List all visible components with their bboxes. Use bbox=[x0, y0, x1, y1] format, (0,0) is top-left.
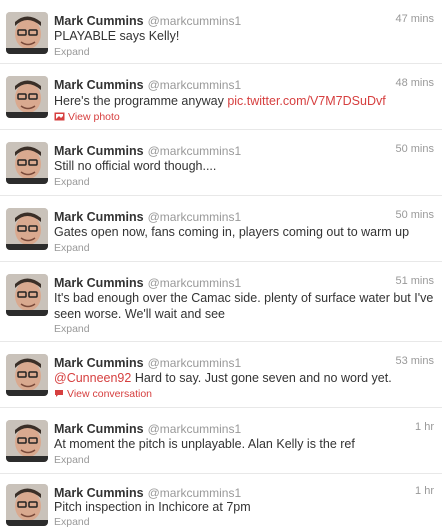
view-conversation-label: View conversation bbox=[67, 388, 153, 400]
author-name[interactable]: Mark Cummins bbox=[54, 276, 144, 290]
author-handle[interactable]: @markcummins1 bbox=[148, 276, 242, 290]
expand-link[interactable]: Expand bbox=[54, 516, 90, 528]
tweet-item[interactable]: Mark Cummins @markcummins1 1 hr Pitch ins… bbox=[0, 474, 442, 528]
photo-icon bbox=[54, 112, 65, 124]
tweet-text: Gates open now, fans coming in, players … bbox=[54, 224, 434, 240]
tweet-text: PLAYABLE says Kelly! bbox=[54, 28, 434, 44]
timestamp[interactable]: 53 mins bbox=[395, 355, 434, 367]
tweet-text-line: seen worse. We'll wait and see bbox=[54, 307, 225, 321]
tweet-text-content: PLAYABLE says Kelly! bbox=[54, 29, 180, 43]
tweet-item[interactable]: Mark Cummins @markcummins1 47 mins PLAYAB… bbox=[0, 0, 442, 64]
tweet-timeline: Mark Cummins @markcummins1 47 mins PLAYAB… bbox=[0, 0, 442, 528]
view-photo-link[interactable]: View photo bbox=[54, 111, 120, 124]
view-photo-label: View photo bbox=[68, 111, 120, 123]
avatar[interactable] bbox=[6, 12, 48, 54]
mention-link[interactable]: @Cunneen92 bbox=[54, 371, 131, 385]
author-handle[interactable]: @markcummins1 bbox=[148, 14, 242, 28]
timestamp[interactable]: 1 hr bbox=[415, 485, 434, 497]
tweet-text-content: Pitch inspection in Inchicore at 7pm bbox=[54, 500, 251, 514]
avatar[interactable] bbox=[6, 208, 48, 250]
expand-label: Expand bbox=[54, 46, 90, 58]
timestamp[interactable]: 1 hr bbox=[415, 421, 434, 433]
tweet-text: @Cunneen92 Hard to say. Just gone seven … bbox=[54, 370, 434, 386]
timestamp[interactable]: 48 mins bbox=[395, 77, 434, 89]
author-handle[interactable]: @markcummins1 bbox=[148, 144, 242, 158]
author-handle[interactable]: @markcummins1 bbox=[148, 78, 242, 92]
tweet-text: At moment the pitch is unplayable. Alan … bbox=[54, 436, 434, 452]
tweet-item[interactable]: Mark Cummins @markcummins1 51 mins It's b… bbox=[0, 262, 442, 342]
timestamp[interactable]: 51 mins bbox=[395, 275, 434, 287]
tweet-text: Here's the programme anyway pic.twitter.… bbox=[54, 93, 434, 109]
expand-label: Expand bbox=[54, 323, 90, 335]
expand-link[interactable]: Expand bbox=[54, 323, 90, 335]
avatar[interactable] bbox=[6, 274, 48, 316]
timestamp[interactable]: 50 mins bbox=[395, 143, 434, 155]
expand-link[interactable]: Expand bbox=[54, 176, 90, 188]
author-name[interactable]: Mark Cummins bbox=[54, 486, 144, 500]
tweet-item[interactable]: Mark Cummins @markcummins1 53 mins @Cunne… bbox=[0, 342, 442, 408]
author-handle[interactable]: @markcummins1 bbox=[148, 356, 242, 370]
avatar[interactable] bbox=[6, 142, 48, 184]
expand-link[interactable]: Expand bbox=[54, 242, 90, 254]
tweet-item[interactable]: Mark Cummins @markcummins1 1 hr At moment… bbox=[0, 408, 442, 474]
expand-label: Expand bbox=[54, 454, 90, 466]
expand-label: Expand bbox=[54, 242, 90, 254]
author-name[interactable]: Mark Cummins bbox=[54, 78, 144, 92]
tweet-text: It's bad enough over the Camac side. ple… bbox=[54, 290, 434, 322]
expand-label: Expand bbox=[54, 516, 90, 528]
conversation-icon bbox=[54, 389, 64, 401]
photo-link[interactable]: pic.twitter.com/V7M7DSuDvf bbox=[227, 94, 385, 108]
avatar[interactable] bbox=[6, 76, 48, 118]
tweet-item[interactable]: Mark Cummins @markcummins1 48 mins Here's… bbox=[0, 64, 442, 130]
avatar[interactable] bbox=[6, 354, 48, 396]
avatar[interactable] bbox=[6, 420, 48, 462]
author-name[interactable]: Mark Cummins bbox=[54, 210, 144, 224]
author-name[interactable]: Mark Cummins bbox=[54, 144, 144, 158]
tweet-text-content: Still no official word though.... bbox=[54, 159, 217, 173]
author-handle[interactable]: @markcummins1 bbox=[148, 210, 242, 224]
tweet-text-content: Here's the programme anyway bbox=[54, 94, 224, 108]
timestamp[interactable]: 47 mins bbox=[395, 13, 434, 25]
author-handle[interactable]: @markcummins1 bbox=[148, 486, 242, 500]
author-name[interactable]: Mark Cummins bbox=[54, 14, 144, 28]
avatar[interactable] bbox=[6, 484, 48, 526]
expand-link[interactable]: Expand bbox=[54, 454, 90, 466]
tweet-text-line: It's bad enough over the Camac side. ple… bbox=[54, 291, 434, 305]
author-name[interactable]: Mark Cummins bbox=[54, 422, 144, 436]
tweet-text: Still no official word though.... bbox=[54, 158, 434, 174]
tweet-item[interactable]: Mark Cummins @markcummins1 50 mins Gates … bbox=[0, 196, 442, 262]
tweet-text-content: At moment the pitch is unplayable. Alan … bbox=[54, 437, 355, 451]
expand-label: Expand bbox=[54, 176, 90, 188]
timestamp[interactable]: 50 mins bbox=[395, 209, 434, 221]
expand-link[interactable]: Expand bbox=[54, 46, 90, 58]
author-handle[interactable]: @markcummins1 bbox=[148, 422, 242, 436]
tweet-text-content: Gates open now, fans coming in, players … bbox=[54, 225, 410, 239]
tweet-text-content: Hard to say. Just gone seven and no word… bbox=[131, 371, 392, 385]
author-name[interactable]: Mark Cummins bbox=[54, 356, 144, 370]
view-conversation-link[interactable]: View conversation bbox=[54, 388, 152, 401]
tweet-item[interactable]: Mark Cummins @markcummins1 50 mins Still … bbox=[0, 130, 442, 196]
tweet-text: Pitch inspection in Inchicore at 7pm bbox=[54, 499, 434, 515]
